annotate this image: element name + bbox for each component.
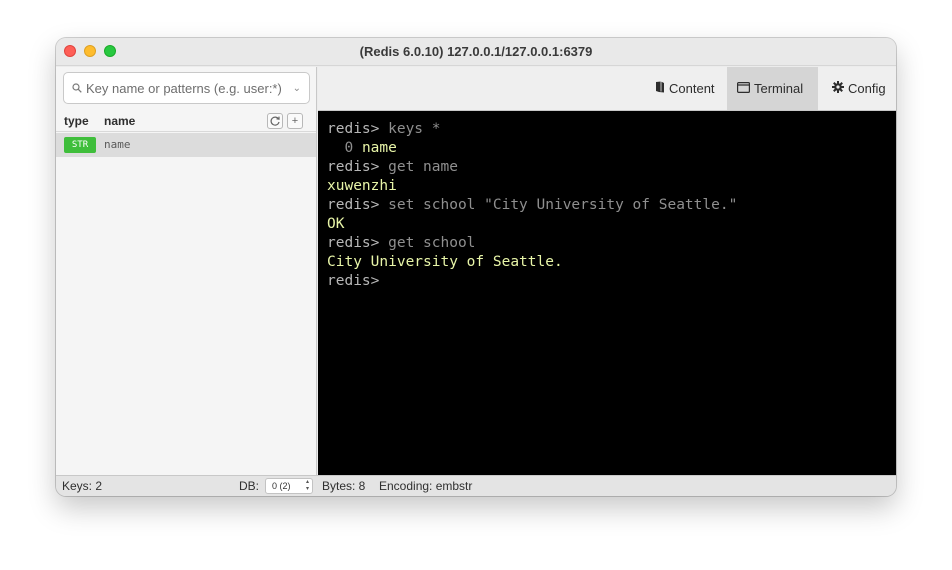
- terminal-prompt-line[interactable]: redis>: [327, 272, 896, 291]
- terminal-line: redis> get school: [327, 235, 476, 251]
- key-list-header: type name +: [56, 110, 316, 132]
- column-type-header: type: [64, 114, 89, 128]
- bytes-info: Bytes: 8: [322, 479, 366, 493]
- tab-terminal[interactable]: Terminal: [727, 67, 818, 110]
- gear-icon: [832, 67, 844, 110]
- terminal-line: redis> keys *: [327, 121, 441, 137]
- terminal-line: redis> get name: [327, 159, 458, 175]
- refresh-icon[interactable]: [267, 113, 283, 129]
- search-icon: [72, 83, 82, 93]
- key-type-badge: STR: [64, 137, 96, 153]
- window-title: (Redis 6.0.10) 127.0.0.1/127.0.0.1:6379: [359, 44, 593, 59]
- status-bar: Keys: 2 DB: 0 (2) ▴ ▾ Bytes: 8 Encoding: …: [56, 475, 896, 496]
- search-input[interactable]: [86, 73, 286, 103]
- db-select[interactable]: 0 (2) ▴ ▾: [265, 478, 313, 494]
- terminal-console[interactable]: redis> keys * 0 name redis> get name xuw…: [318, 111, 896, 475]
- search-box[interactable]: ⌄: [63, 72, 310, 104]
- column-name-header: name: [104, 114, 136, 128]
- key-count: Keys: 2: [62, 479, 103, 493]
- key-sidebar: ⌄ type name + STR name: [56, 67, 317, 475]
- document-icon: [655, 67, 665, 110]
- terminal-line: redis> set school "City University of Se…: [327, 197, 738, 213]
- terminal-line: xuwenzhi: [327, 178, 397, 194]
- title-bar[interactable]: (Redis 6.0.10) 127.0.0.1/127.0.0.1:6379: [56, 38, 896, 66]
- encoding-info: Encoding: embstr: [379, 479, 473, 493]
- window-icon: [737, 67, 751, 110]
- tab-content[interactable]: Content: [645, 67, 725, 110]
- plus-icon[interactable]: +: [287, 113, 303, 129]
- db-select-value: 0 (2): [272, 481, 291, 491]
- tab-config-label: Config: [848, 81, 886, 96]
- tab-content-label: Content: [669, 81, 715, 96]
- tab-config[interactable]: Config: [822, 67, 896, 110]
- chevron-down-icon[interactable]: ⌄: [293, 83, 301, 94]
- view-toolbar: Content Terminal Config: [318, 67, 896, 111]
- app-window: (Redis 6.0.10) 127.0.0.1/127.0.0.1:6379 …: [56, 38, 896, 496]
- terminal-line: City University of Seattle.: [327, 254, 563, 270]
- db-label: DB:: [239, 479, 260, 493]
- key-list-item[interactable]: STR name: [56, 133, 316, 157]
- terminal-line: OK: [327, 216, 345, 232]
- key-name: name: [104, 138, 131, 151]
- tab-terminal-label: Terminal: [754, 81, 804, 96]
- terminal-line: 0 name: [344, 140, 397, 156]
- updown-chevron-icon: ▴ ▾: [305, 479, 309, 492]
